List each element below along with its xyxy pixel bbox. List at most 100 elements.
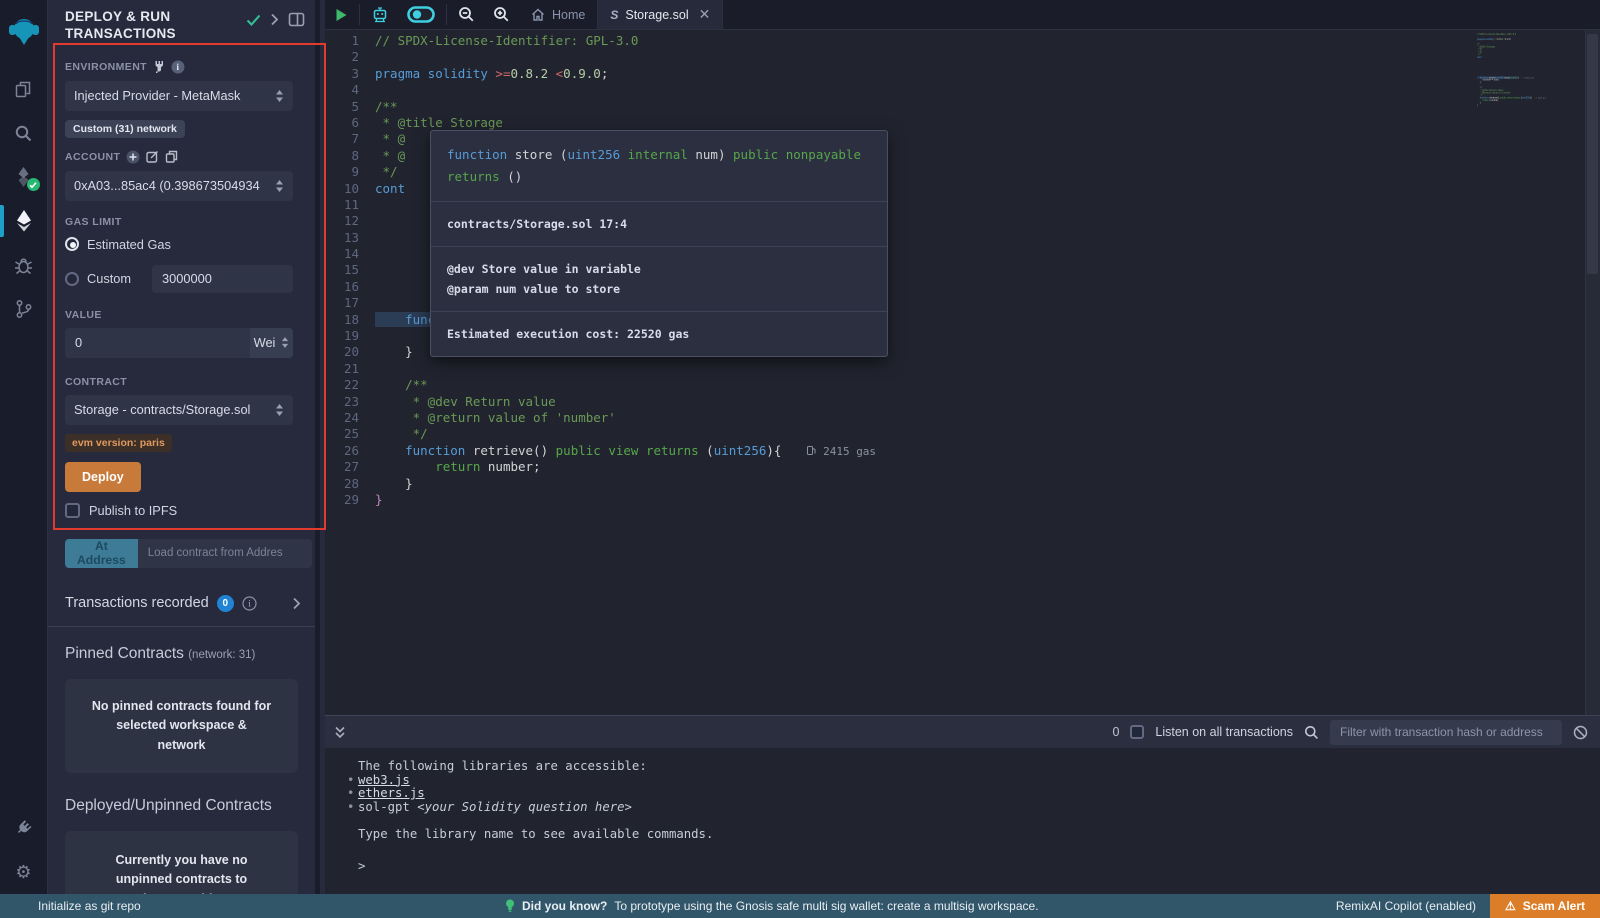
code-line: 25 */ <box>325 426 1585 442</box>
code-line: 4 <box>325 82 1585 98</box>
account-value: 0xA03...85ac4 (0.398673504934 <box>74 178 275 193</box>
code-line: 23 * @dev Return value <box>325 394 1585 410</box>
transactions-expand-icon[interactable] <box>292 597 301 610</box>
listen-all-checkbox[interactable] <box>1130 725 1144 739</box>
function-hover-tooltip: function store (uint256 internal num) pu… <box>430 130 888 357</box>
plug-icon[interactable] <box>153 60 165 73</box>
pin-panel-icon[interactable] <box>288 12 305 27</box>
account-select[interactable]: 0xA03...85ac4 (0.398673504934 <box>65 171 293 201</box>
deployed-empty-alert: Currently you have no unpinned contracts… <box>65 831 298 894</box>
panel-title: DEPLOY & RUN TRANSACTIONS <box>65 9 215 43</box>
code-editor[interactable]: 1// SPDX-License-Identifier: GPL-3.023pr… <box>325 30 1600 715</box>
custom-gas-radio[interactable] <box>65 272 79 286</box>
ai-copilot-toggle[interactable] <box>398 0 444 29</box>
account-label: ACCOUNT <box>65 151 120 163</box>
terminal-output[interactable]: The following libraries are accessible: … <box>325 748 1600 894</box>
listen-all-label: Listen on all transactions <box>1155 725 1293 739</box>
settings-gear-icon[interactable]: ⚙ <box>0 850 48 894</box>
tab-storage-sol[interactable]: S Storage.sol ✕ <box>597 0 723 29</box>
tooltip-cost: Estimated execution cost: 22520 gas <box>431 311 887 356</box>
deploy-run-panel: DEPLOY & RUN TRANSACTIONS ENVIRONMENT <box>48 0 320 894</box>
terminal-collapse-icon[interactable] <box>334 726 346 739</box>
terminal-filter-input[interactable] <box>1330 720 1562 745</box>
tooltip-doc-dev: @dev Store value in variable <box>447 259 871 279</box>
solidity-compiler-icon[interactable] <box>0 155 48 199</box>
gas-limit-label: GAS LIMIT <box>65 216 122 228</box>
estimated-gas-label: Estimated Gas <box>87 237 171 252</box>
custom-gas-input[interactable] <box>152 265 293 293</box>
panel-divider <box>48 626 315 627</box>
activity-bar: ⚙ <box>0 0 48 894</box>
value-label: VALUE <box>65 309 102 321</box>
estimated-gas-radio[interactable] <box>65 237 79 251</box>
pinned-contracts-title: Pinned Contracts (network: 31) <box>48 645 315 663</box>
zoom-out-icon[interactable] <box>449 0 484 29</box>
search-icon[interactable] <box>0 111 48 155</box>
terminal-header: 0 Listen on all transactions <box>325 715 1600 748</box>
custom-gas-label: Custom <box>87 271 144 286</box>
terminal-lib-item: sol-gpt <your Solidity question here> <box>358 801 1600 815</box>
code-line: 1// SPDX-License-Identifier: GPL-3.0 <box>325 33 1585 49</box>
environment-info-icon[interactable]: i <box>171 60 185 74</box>
terminal-search-icon[interactable] <box>1304 725 1319 740</box>
panel-forward-icon[interactable] <box>270 13 279 26</box>
tooltip-doc-param: @param num value to store <box>447 279 871 299</box>
clear-console-icon[interactable] <box>1573 725 1588 740</box>
sign-message-icon[interactable] <box>146 150 159 163</box>
web3-link[interactable]: web3.js <box>358 773 410 787</box>
contract-value: Storage - contracts/Storage.sol <box>74 402 275 417</box>
deploy-button[interactable]: Deploy <box>65 462 141 492</box>
did-you-know-tip: Did you know? To prototype using the Gno… <box>505 899 1039 913</box>
contract-select[interactable]: Storage - contracts/Storage.sol <box>65 395 293 425</box>
scam-alert-button[interactable]: ⚠ Scam Alert <box>1490 894 1600 918</box>
publish-ipfs-checkbox[interactable] <box>65 503 80 518</box>
warning-icon: ⚠ <box>1505 899 1516 913</box>
publish-ipfs-label: Publish to IPFS <box>89 503 177 518</box>
debugger-icon[interactable] <box>0 243 48 287</box>
ai-copilot-robot-icon[interactable] <box>362 0 398 29</box>
at-address-input[interactable] <box>138 539 312 568</box>
tabbar-separator <box>359 4 360 25</box>
at-address-button[interactable]: At Address <box>65 539 138 568</box>
tooltip-path: contracts/Storage.sol 17:4 <box>431 201 887 246</box>
code-line: 6 * @title Storage <box>325 115 1585 131</box>
transactions-info-icon[interactable]: i <box>242 596 257 611</box>
value-unit-select[interactable]: Wei <box>250 328 293 358</box>
compile-success-badge <box>27 178 40 191</box>
value-input[interactable] <box>65 328 250 358</box>
gas-estimate-hint: 2415 gas <box>807 445 876 458</box>
tip-text: To prototype using the Gnosis safe multi… <box>614 899 1038 913</box>
deployed-contracts-title: Deployed/Unpinned Contracts <box>48 797 315 815</box>
transactions-count-badge: 0 <box>217 595 234 612</box>
solidity-file-icon: S <box>610 8 618 22</box>
deploy-run-icon[interactable] <box>0 199 48 243</box>
tab-home[interactable]: Home <box>519 0 597 29</box>
code-line: 24 * @return value of 'number' <box>325 410 1585 426</box>
zoom-in-icon[interactable] <box>484 0 519 29</box>
run-script-button[interactable] <box>325 0 357 29</box>
editor-scrollbar[interactable] <box>1585 30 1600 715</box>
terminal-prompt[interactable]: > <box>358 860 1600 874</box>
git-icon[interactable] <box>0 287 48 331</box>
tabbar-separator <box>446 4 447 25</box>
ethers-link[interactable]: ethers.js <box>358 786 425 800</box>
code-line: 3pragma solidity >=0.8.2 <0.9.0; <box>325 66 1585 82</box>
copilot-status[interactable]: RemixAI Copilot (enabled) <box>1336 899 1476 913</box>
tooltip-signature: function store (uint256 internal num) pu… <box>431 131 887 201</box>
plugin-manager-icon[interactable] <box>0 806 48 850</box>
code-line: 28 } <box>325 476 1585 492</box>
tip-title: Did you know? <box>522 899 607 913</box>
environment-select[interactable]: Injected Provider - MetaMask <box>65 81 293 111</box>
pinned-empty-alert: No pinned contracts found for selected w… <box>65 679 298 773</box>
code-line: 5/** <box>325 99 1585 115</box>
git-init-button[interactable]: Initialize as git repo <box>38 899 141 913</box>
remix-logo-icon[interactable] <box>0 9 48 53</box>
lightbulb-icon <box>505 899 515 913</box>
tab-close-icon[interactable]: ✕ <box>699 6 711 23</box>
file-explorer-icon[interactable] <box>0 67 48 111</box>
sol-gpt-hint: <your Solidity question here> <box>417 800 632 814</box>
code-line: 21 <box>325 361 1585 377</box>
copy-account-icon[interactable] <box>165 150 178 163</box>
code-line: 22 /** <box>325 377 1585 393</box>
add-account-icon[interactable] <box>126 150 140 164</box>
